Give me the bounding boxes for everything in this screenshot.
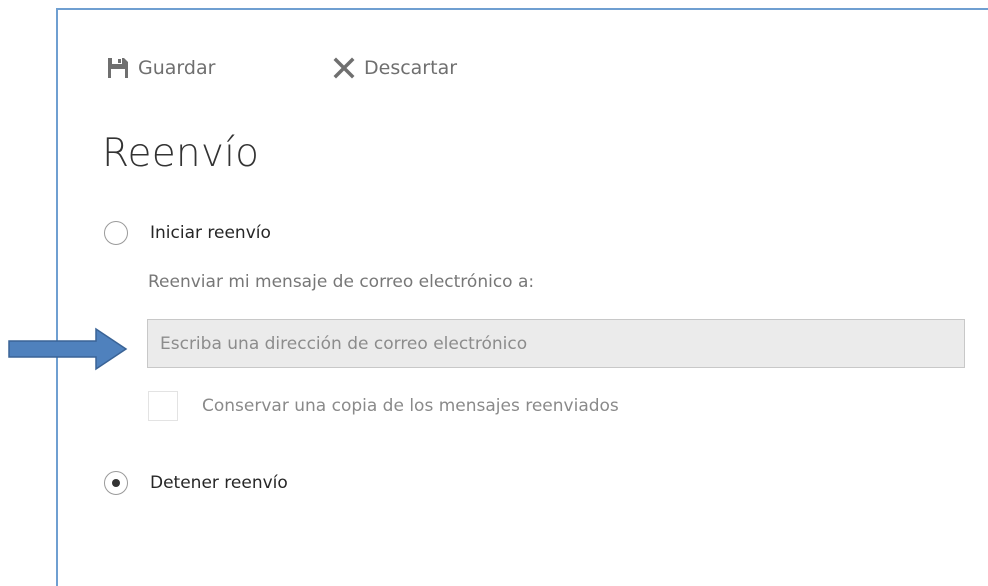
discard-button[interactable]: Descartar bbox=[332, 52, 457, 84]
discard-label: Descartar bbox=[364, 57, 458, 79]
forward-to-label: Reenviar mi mensaje de correo electrónic… bbox=[148, 272, 535, 292]
keep-copy-label: Conservar una copia de los mensajes reen… bbox=[202, 396, 619, 416]
stop-forwarding-radio[interactable] bbox=[104, 471, 128, 495]
keep-copy-option[interactable]: Conservar una copia de los mensajes reen… bbox=[148, 391, 619, 421]
forwarding-page: Guardar Descartar Reenvío Iniciar reenví… bbox=[0, 0, 988, 586]
keep-copy-checkbox[interactable] bbox=[148, 391, 178, 421]
save-button[interactable]: Guardar bbox=[106, 52, 215, 84]
save-label: Guardar bbox=[138, 57, 216, 79]
stop-forwarding-label: Detener reenvío bbox=[150, 473, 288, 493]
settings-panel bbox=[56, 8, 988, 586]
forward-email-input[interactable] bbox=[147, 319, 965, 368]
save-icon bbox=[106, 56, 130, 80]
right-arrow-icon bbox=[8, 327, 128, 375]
radio-selected-dot bbox=[112, 479, 120, 487]
close-icon bbox=[332, 56, 356, 80]
start-forwarding-radio[interactable] bbox=[104, 221, 128, 245]
page-title: Reenvío bbox=[102, 131, 260, 176]
stop-forwarding-option[interactable]: Detener reenvío bbox=[104, 471, 288, 495]
start-forwarding-option[interactable]: Iniciar reenvío bbox=[104, 221, 271, 245]
start-forwarding-label: Iniciar reenvío bbox=[150, 223, 271, 243]
